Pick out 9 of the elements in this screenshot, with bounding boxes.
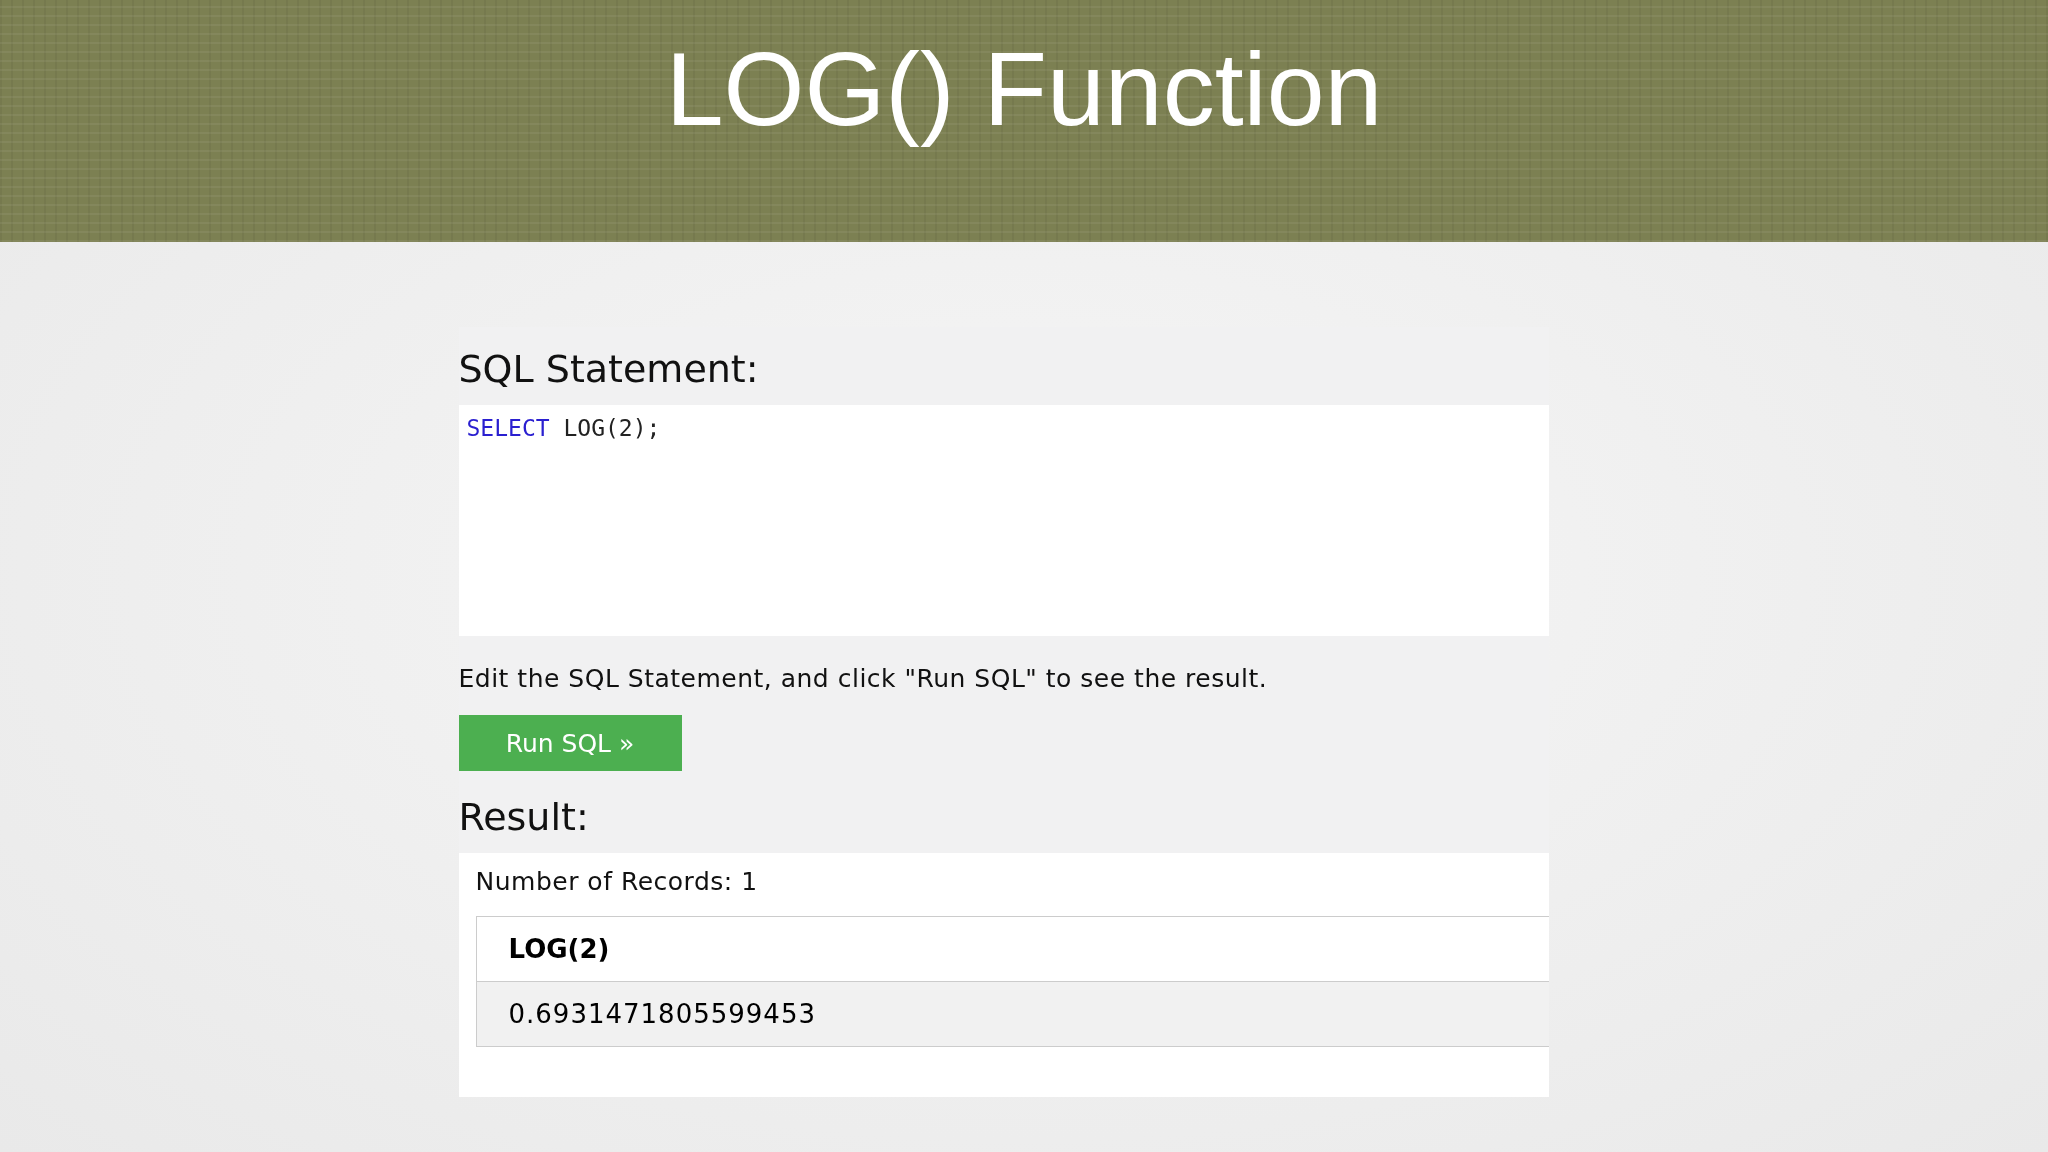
slide-title: LOG() Function: [665, 32, 1383, 147]
code-editor[interactable]: SELECT LOG(2);: [458, 405, 1549, 636]
code-line: SELECT LOG(2);: [466, 415, 661, 441]
instruction-text: Edit the SQL Statement, and click "Run SQL" to see the result.: [458, 664, 1268, 693]
record-count: Number of Records: 1: [475, 867, 759, 896]
section-heading: SQL Statement:: [458, 346, 759, 393]
section-heading: Result:: [458, 794, 589, 841]
column-header: LOG(2): [476, 916, 1549, 982]
table-cell: 0.6931471805599453: [476, 981, 1549, 1047]
